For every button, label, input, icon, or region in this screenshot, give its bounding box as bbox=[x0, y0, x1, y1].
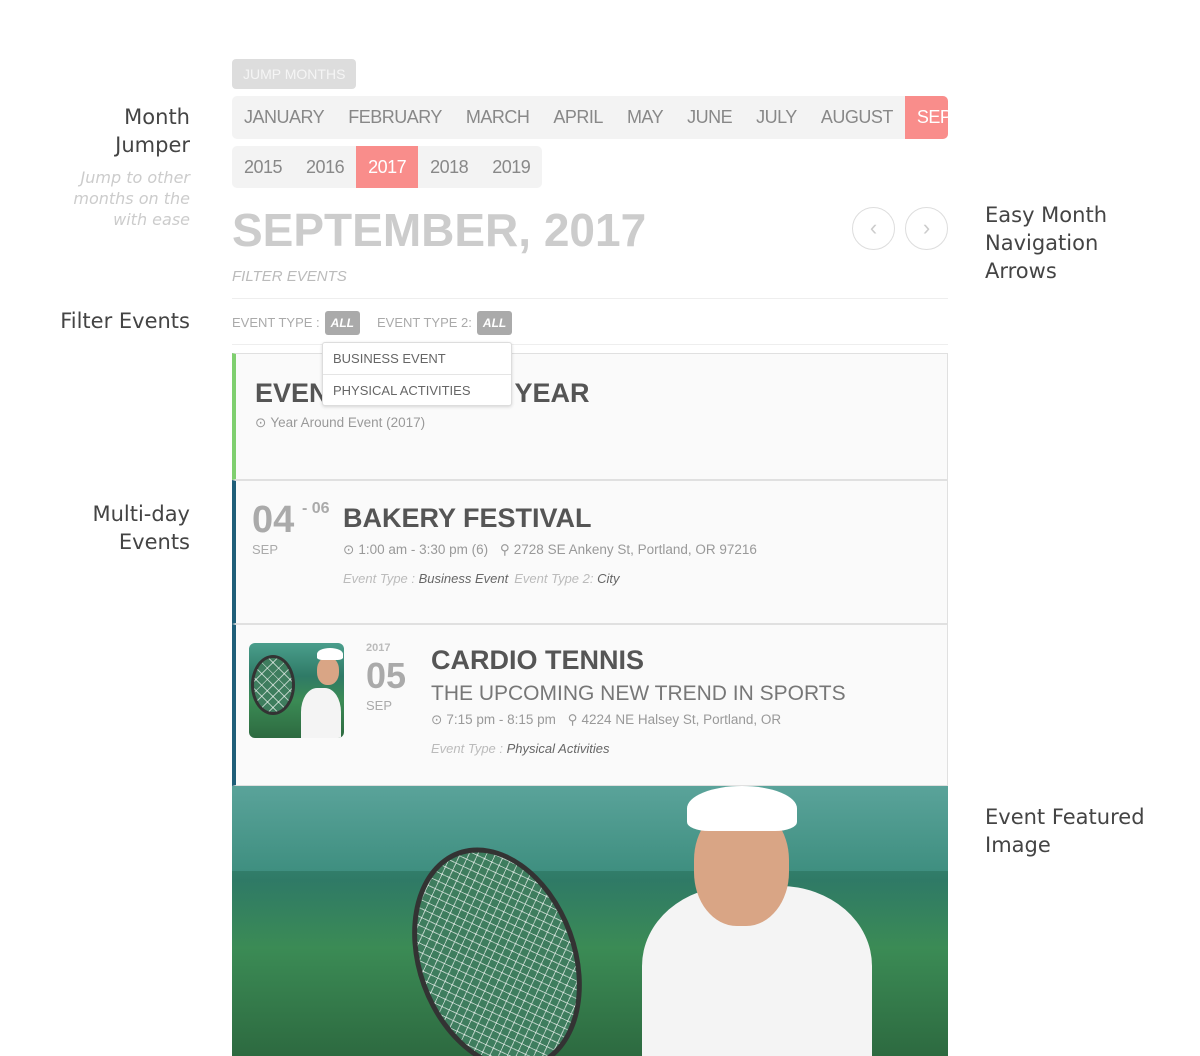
annotation-text: Events bbox=[118, 530, 190, 554]
event-featured-image bbox=[232, 786, 948, 1056]
event-title: BAKERY FESTIVAL bbox=[343, 503, 592, 533]
year-2015[interactable]: 2015 bbox=[232, 146, 294, 188]
annotation-sub: Jump to other bbox=[80, 168, 190, 187]
event-meta: ⊙ Year Around Event (2017) bbox=[255, 415, 426, 430]
clock-icon: ⊙ bbox=[431, 712, 443, 727]
annotation-text: Jumper bbox=[115, 133, 190, 157]
annotation-text: Event Featured bbox=[985, 805, 1145, 829]
event-subtitle: THE UPCOMING NEW TREND IN SPORTS bbox=[431, 682, 846, 705]
event-card[interactable]: 2017 05 SEP CARDIO TENNIS THE UPCOMING N… bbox=[232, 624, 948, 786]
annotation-text: Navigation bbox=[985, 231, 1099, 255]
event-types: Event Type : Business Event Event Type 2:… bbox=[343, 571, 620, 586]
annotation-text: Image bbox=[985, 833, 1051, 857]
year-selector: 2015 2016 2017 2018 2019 bbox=[232, 146, 543, 188]
filter-value-button[interactable]: ALL bbox=[476, 311, 513, 335]
event-title: CARDIO TENNIS bbox=[431, 645, 645, 675]
dropdown-option[interactable]: PHYSICAL ACTIVITIES bbox=[323, 374, 511, 405]
month-august[interactable]: AUGUST bbox=[809, 96, 905, 139]
location-pin-icon: ⚲ bbox=[499, 542, 510, 557]
month-april[interactable]: APRIL bbox=[541, 96, 615, 139]
filter-events-label: FILTER EVENTS bbox=[232, 268, 347, 285]
chevron-left-icon: ‹ bbox=[869, 215, 878, 240]
event-day: 04 bbox=[252, 499, 295, 541]
year-2018[interactable]: 2018 bbox=[418, 146, 480, 188]
chevron-right-icon: › bbox=[922, 215, 931, 240]
jump-months-button[interactable]: JUMP MONTHS bbox=[232, 59, 357, 89]
annotation-text: Arrows bbox=[985, 259, 1057, 283]
page-title: SEPTEMBER, 2017 bbox=[232, 204, 647, 256]
month-june[interactable]: JUNE bbox=[675, 96, 744, 139]
event-year: 2017 bbox=[366, 642, 391, 654]
annotation-text: Multi-day bbox=[92, 502, 190, 526]
clock-icon: ⊙ bbox=[255, 415, 267, 430]
annotation-text: Month bbox=[124, 105, 190, 129]
event-card[interactable]: 04 - 06 SEP BAKERY FESTIVAL ⊙ 1:00 am - 3… bbox=[232, 480, 948, 624]
annotation-nav-arrows: Easy Month Navigation Arrows bbox=[985, 201, 1107, 285]
annotation-sub: with ease bbox=[113, 210, 190, 229]
clock-icon: ⊙ bbox=[343, 542, 355, 557]
divider bbox=[232, 298, 948, 299]
filter-label: EVENT TYPE : bbox=[232, 315, 320, 330]
dropdown-option[interactable]: BUSINESS EVENT bbox=[323, 343, 511, 374]
month-march[interactable]: MARCH bbox=[454, 96, 542, 139]
event-end-day: - 06 bbox=[302, 500, 330, 517]
event-meta: ⊙ 7:15 pm - 8:15 pm ⚲ 4224 NE Halsey St, P… bbox=[431, 712, 782, 727]
event-month: SEP bbox=[366, 698, 393, 713]
filter-value-button[interactable]: ALL bbox=[324, 311, 360, 335]
month-may[interactable]: MAY bbox=[615, 96, 675, 139]
annotation-featured-image: Event Featured Image bbox=[985, 803, 1145, 859]
event-month: SEP bbox=[252, 542, 279, 557]
filter-label: EVENT TYPE 2: bbox=[377, 315, 472, 330]
month-february[interactable]: FEBRUARY bbox=[336, 96, 454, 139]
annotation-multi-day: Multi-day Events bbox=[92, 500, 190, 556]
event-type-dropdown: BUSINESS EVENT PHYSICAL ACTIVITIES bbox=[322, 342, 512, 406]
event-day: 05 bbox=[366, 655, 407, 696]
month-july[interactable]: JULY bbox=[744, 96, 809, 139]
year-2016[interactable]: 2016 bbox=[294, 146, 356, 188]
year-2019[interactable]: 2019 bbox=[480, 146, 542, 188]
filter-event-type-2[interactable]: EVENT TYPE 2: ALL bbox=[377, 311, 513, 335]
annotation-month-jumper: Month Jumper Jump to other months on the w… bbox=[73, 103, 190, 230]
event-thumbnail bbox=[249, 643, 344, 738]
annotation-filter-events: Filter Events bbox=[60, 309, 190, 333]
annotation-text: Easy Month bbox=[985, 203, 1108, 227]
prev-month-button[interactable]: ‹ bbox=[852, 207, 895, 250]
month-selector: JANUARY FEBRUARY MARCH APRIL MAY JUNE JULY AUGU… bbox=[232, 96, 948, 139]
event-types: Event Type : Physical Activities bbox=[431, 741, 610, 756]
month-january[interactable]: JANUARY bbox=[232, 96, 336, 139]
event-meta: ⊙ 1:00 am - 3:30 pm (6) ⚲ 2728 SE Ankeny S… bbox=[343, 542, 757, 557]
annotation-sub: months on the bbox=[73, 189, 190, 208]
filter-event-type[interactable]: EVENT TYPE : ALL bbox=[232, 311, 360, 335]
year-2017[interactable]: 2017 bbox=[356, 146, 419, 188]
month-september[interactable]: SEPTEMBER bbox=[904, 96, 948, 139]
location-pin-icon: ⚲ bbox=[567, 712, 578, 727]
next-month-button[interactable]: › bbox=[905, 207, 948, 250]
